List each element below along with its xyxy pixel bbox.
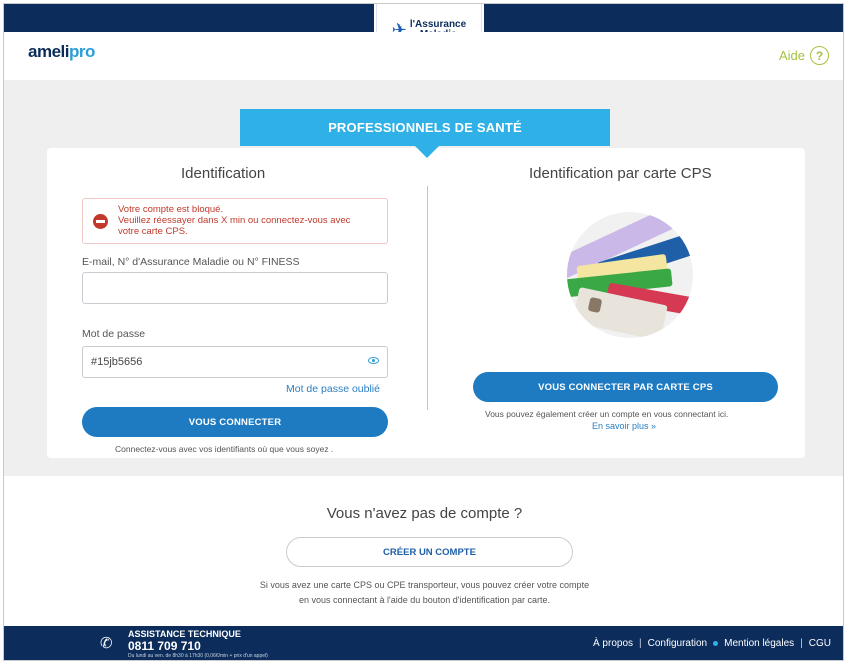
amelipro-logo[interactable]: amelipro xyxy=(28,42,95,62)
help-icon: ? xyxy=(810,46,829,65)
signup-info-line: en vous connectant à l'aide du bouton d'… xyxy=(298,595,551,605)
assistance-title: ASSISTANCE TECHNIQUE xyxy=(128,629,241,639)
footer-link-cgu[interactable]: CGU xyxy=(809,638,831,649)
email-label: E-mail, N° d'Assurance Maladie ou N° FIN… xyxy=(82,256,300,268)
footer-separator: | xyxy=(639,638,642,649)
blocked-icon xyxy=(93,214,108,229)
brand-part2: pro xyxy=(68,42,95,61)
alert-line: votre carte CPS. xyxy=(118,226,188,237)
password-value: #15jb5656 xyxy=(91,356,143,368)
eye-icon[interactable] xyxy=(368,357,379,364)
section-banner: PROFESSIONNELS DE SANTÉ xyxy=(240,109,610,146)
login-note: Connectez-vous avec vos identifiants où … xyxy=(115,444,334,454)
assistance-hours: Du lundi au ven. de 8h30 à 17h30 (0,06€/… xyxy=(128,653,268,659)
assistance-phone[interactable]: 0811 709 710 xyxy=(128,639,201,653)
header: amelipro Aide ? xyxy=(4,32,843,80)
logo-text-line1: l'Assurance xyxy=(409,18,467,30)
footer-link-legal[interactable]: Mention légales xyxy=(724,638,794,649)
brand-part1: ameli xyxy=(28,42,69,61)
cps-cards-illustration xyxy=(567,212,693,338)
forgot-password-link[interactable]: Mot de passe oublié xyxy=(286,383,380,395)
footer-link-configuration[interactable]: Configuration xyxy=(648,638,707,649)
signup-info-line: Si vous avez une carte CPS ou CPE transp… xyxy=(259,580,590,590)
create-account-button[interactable]: CRÉER UN COMPTE xyxy=(286,537,573,567)
cps-identification-title: Identification par carte CPS xyxy=(529,165,712,182)
login-card: Identification Votre compte est bloqué. … xyxy=(47,148,805,458)
account-blocked-alert: Votre compte est bloqué. Veuillez réessa… xyxy=(82,198,388,244)
email-field[interactable] xyxy=(82,272,388,304)
footer-link-about[interactable]: À propos xyxy=(593,638,633,649)
cps-note: Vous pouvez également créer un compte en… xyxy=(485,409,729,419)
phone-icon: ✆ xyxy=(100,635,113,652)
bullet-dot-icon xyxy=(713,641,719,646)
no-account-title: Vous n'avez pas de compte ? xyxy=(326,505,523,522)
column-divider xyxy=(427,186,428,410)
footer: ✆ ASSISTANCE TECHNIQUE 0811 709 710 Du l… xyxy=(4,626,843,660)
browser-frame: ✈ l'Assurance Maladie amelipro Aide ? PR… xyxy=(3,3,844,661)
password-field[interactable]: #15jb5656 xyxy=(82,346,388,378)
top-bar-right xyxy=(484,4,843,32)
banner-arrow xyxy=(414,145,440,158)
password-label: Mot de passe xyxy=(82,328,146,340)
alert-message: Votre compte est bloqué. Veuillez réessa… xyxy=(118,204,380,237)
learn-more-link[interactable]: En savoir plus » xyxy=(592,421,656,431)
help-link[interactable]: Aide ? xyxy=(779,46,829,65)
identification-title: Identification xyxy=(181,165,266,182)
top-bar-left xyxy=(4,4,374,32)
login-button[interactable]: VOUS CONNECTER xyxy=(82,407,388,437)
alert-line: Votre compte est bloqué. xyxy=(118,204,224,215)
cps-login-button[interactable]: VOUS CONNECTER PAR CARTE CPS xyxy=(473,372,778,402)
footer-separator: | xyxy=(800,638,803,649)
alert-line: Veuillez réessayer dans X min ou connect… xyxy=(118,215,351,226)
help-label: Aide xyxy=(778,48,805,63)
footer-links: À propos | Configuration Mention légales… xyxy=(593,638,831,649)
